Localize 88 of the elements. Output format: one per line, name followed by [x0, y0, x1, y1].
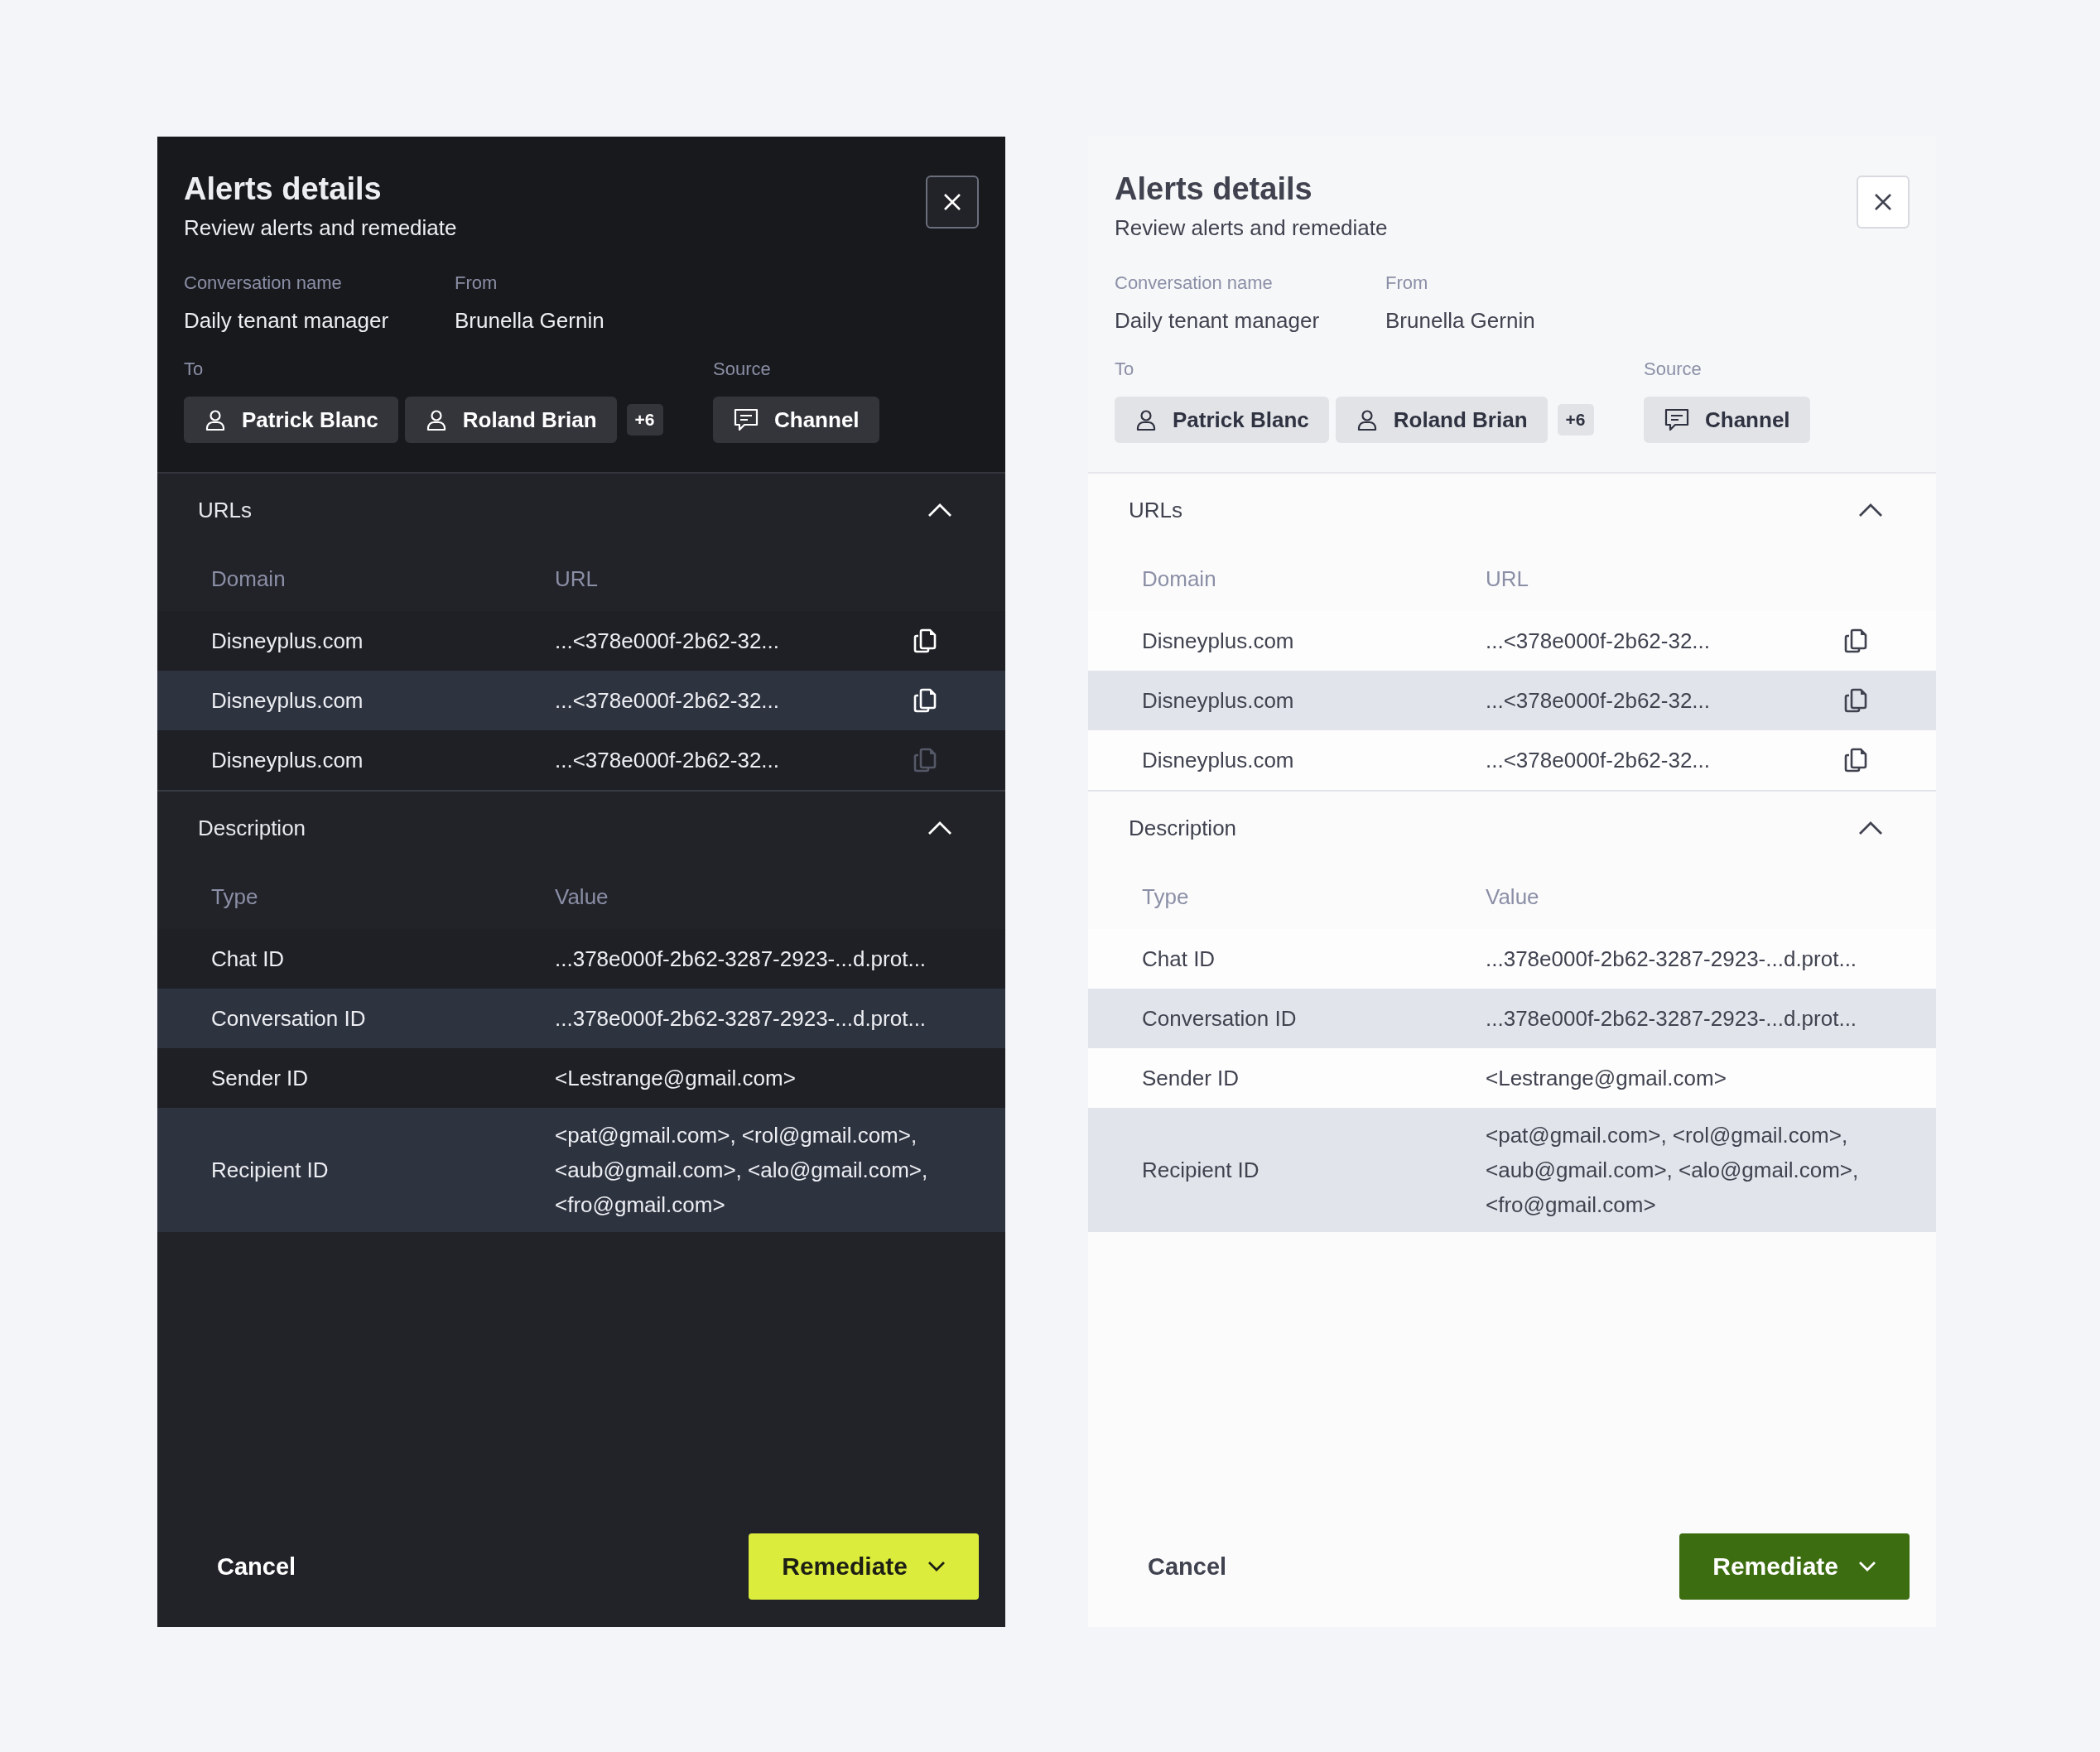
table-cell-text: <Lestrange@gmail.com>	[555, 1065, 797, 1092]
table-cell-text: Sender ID	[211, 1065, 310, 1091]
recipient-chip[interactable]: Patrick Blanc	[1115, 397, 1329, 443]
table-cell-text: Conversation ID	[211, 1005, 367, 1032]
table-cell-text: Disneyplus.com	[1142, 628, 1295, 654]
column-header: URL	[555, 566, 599, 592]
cancel-button[interactable]: Cancel	[1148, 1552, 1227, 1581]
table-cell-text: ...378e000f-2b62-3287-2923-...d.prot...	[555, 946, 927, 973]
table-cell-text: Recipient ID	[211, 1157, 330, 1183]
column-header: Type	[211, 883, 259, 910]
section-title: URLs	[198, 497, 252, 523]
section-header[interactable]: Description	[1088, 792, 1936, 864]
table-cell-text: Disneyplus.com	[1142, 687, 1295, 714]
section-title: Description	[198, 815, 306, 841]
field-label: Conversation name	[1115, 272, 1274, 294]
table-cell-text: Chat ID	[1142, 946, 1216, 972]
caret-down-icon	[1858, 1561, 1876, 1572]
table-cell-text: ...<378e000f-2b62-32...	[555, 687, 781, 714]
source-chip[interactable]: Channel	[713, 397, 879, 443]
more-count-badge[interactable]: +6	[626, 404, 663, 436]
column-header: Domain	[211, 566, 287, 592]
table-cell-text: <pat@gmail.com>, <rol@gmail.com>, <aub@gmail.com>, <alo@gmail.com>, <fro@gmail.com>	[555, 1122, 929, 1219]
field-value: Daily tenant manager	[1115, 308, 1321, 334]
copy-icon[interactable]	[913, 688, 937, 713]
table-cell-text: ...<378e000f-2b62-32...	[1486, 747, 1712, 773]
table-cell-text: ...<378e000f-2b62-32...	[555, 628, 781, 654]
table-cell-text: Conversation ID	[1142, 1005, 1298, 1032]
field-value: Brunella Gernin	[455, 308, 605, 334]
table-cell-text: Sender ID	[1142, 1065, 1240, 1091]
section-title: URLs	[1129, 497, 1182, 523]
field-value: Daily tenant manager	[184, 308, 390, 334]
field-label: From	[455, 272, 499, 294]
table-cell-text: Disneyplus.com	[211, 628, 364, 654]
column-header: URL	[1486, 566, 1529, 592]
section-header[interactable]: URLs	[157, 474, 1005, 546]
table-cell-text: Recipient ID	[1142, 1157, 1260, 1183]
recipient-chip[interactable]: Roland Brian	[404, 397, 617, 443]
table-cell-text: <pat@gmail.com>, <rol@gmail.com>, <aub@gmail.com>, <alo@gmail.com>, <fro@gmail.com>	[1486, 1122, 1860, 1219]
column-header: Domain	[1142, 566, 1217, 592]
copy-icon[interactable]	[1844, 748, 1867, 773]
field-label: Source	[713, 359, 772, 380]
table-cell-text: ...<378e000f-2b62-32...	[1486, 628, 1712, 654]
field-label: To	[1115, 359, 1135, 380]
chat-bubble-icon	[1664, 407, 1690, 432]
section-header[interactable]: URLs	[1088, 474, 1936, 546]
table-cell-text: Chat ID	[211, 946, 286, 972]
table-cell-text: <Lestrange@gmail.com>	[1486, 1065, 1727, 1092]
dialog-title: Alerts details	[1115, 171, 1313, 207]
close-button[interactable]	[926, 176, 979, 229]
person-icon	[1134, 408, 1158, 431]
column-header: Type	[1142, 883, 1190, 910]
table-cell-text: ...378e000f-2b62-3287-2923-...d.prot...	[555, 1005, 927, 1032]
table-cell-text: ...<378e000f-2b62-32...	[1486, 687, 1712, 714]
chevron-up-icon[interactable]	[1858, 503, 1883, 517]
person-icon	[204, 408, 227, 431]
remediate-button[interactable]: Remediate	[1679, 1533, 1910, 1600]
more-count-badge[interactable]: +6	[1557, 404, 1594, 436]
field-label: Source	[1644, 359, 1703, 380]
table-cell-text: ...378e000f-2b62-3287-2923-...d.prot...	[1486, 1005, 1858, 1032]
table-cell-text: Disneyplus.com	[1142, 747, 1295, 773]
recipient-chip[interactable]: Roland Brian	[1335, 397, 1548, 443]
column-header: Value	[1486, 883, 1540, 910]
caret-down-icon	[927, 1561, 946, 1572]
dialog-subtitle: Review alerts and remediate	[184, 215, 457, 241]
table-cell-text: Disneyplus.com	[211, 687, 364, 714]
table-cell-text: ...<378e000f-2b62-32...	[555, 747, 781, 773]
copy-icon[interactable]	[1844, 628, 1867, 653]
copy-icon[interactable]	[1844, 688, 1867, 713]
table-cell-text: Disneyplus.com	[211, 747, 364, 773]
chevron-up-icon[interactable]	[1858, 821, 1883, 835]
dialog-subtitle: Review alerts and remediate	[1115, 215, 1388, 241]
close-icon	[943, 193, 961, 211]
table-cell-text: ...378e000f-2b62-3287-2923-...d.prot...	[1486, 946, 1858, 973]
column-header: Value	[555, 883, 609, 910]
section-title: Description	[1129, 815, 1237, 841]
field-label: To	[184, 359, 205, 380]
source-chip[interactable]: Channel	[1644, 397, 1810, 443]
field-label: From	[1385, 272, 1429, 294]
field-label: Conversation name	[184, 272, 343, 294]
dialog-title: Alerts details	[184, 171, 383, 207]
copy-icon[interactable]	[913, 628, 937, 653]
section-header[interactable]: Description	[157, 792, 1005, 864]
field-value: Brunella Gernin	[1385, 308, 1536, 334]
cancel-button[interactable]: Cancel	[217, 1552, 296, 1581]
chat-bubble-icon	[733, 407, 759, 432]
close-icon	[1874, 193, 1892, 211]
recipient-chip[interactable]: Patrick Blanc	[184, 397, 398, 443]
remediate-button[interactable]: Remediate	[749, 1533, 979, 1600]
